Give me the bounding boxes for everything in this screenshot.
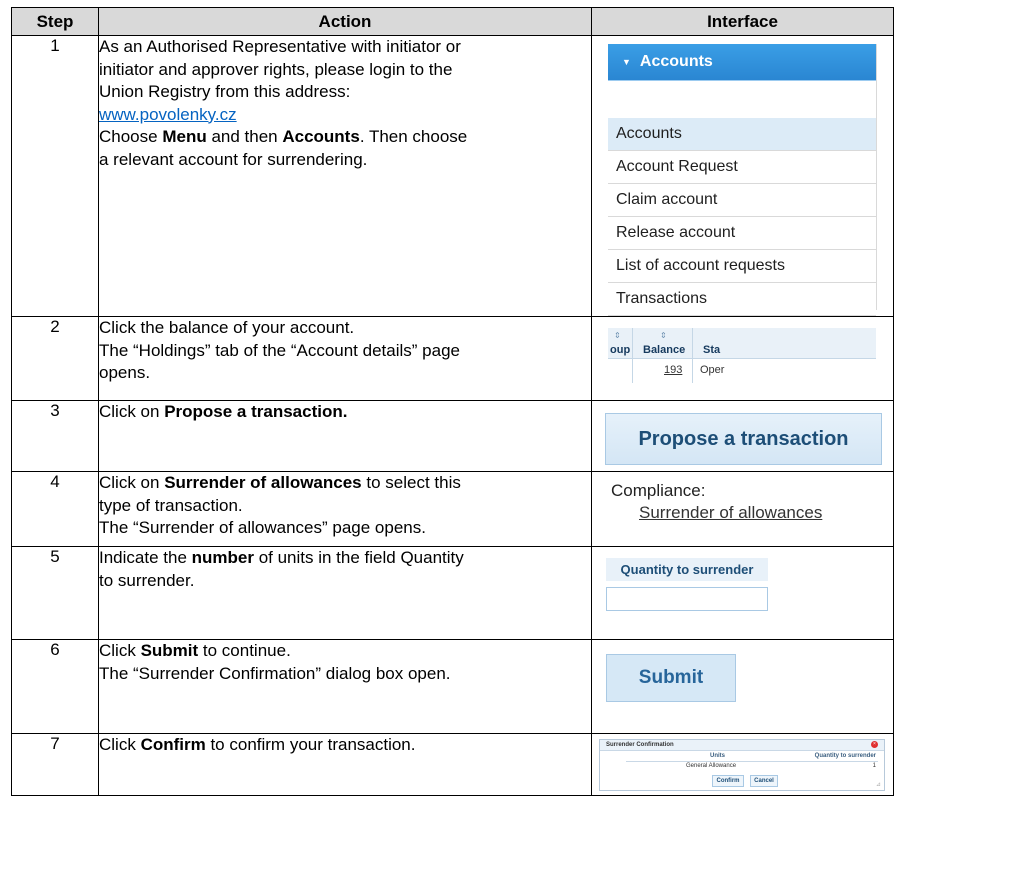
table-row: 3 Click on Propose a transaction. Propos… bbox=[11, 400, 894, 472]
action-line: Choose Menu and then Accounts. Then choo… bbox=[99, 127, 468, 146]
step-number: 6 bbox=[11, 639, 99, 734]
action-line: The “Holdings” tab of the “Account detai… bbox=[99, 340, 460, 360]
table-row: 5 Indicate the number of units in the fi… bbox=[11, 546, 894, 640]
row-units: General Allowance bbox=[686, 763, 737, 769]
action-line: Click on Surrender of allowances to sele… bbox=[99, 473, 461, 492]
menu-item-list-requests[interactable]: List of account requests bbox=[608, 250, 876, 283]
menu-item-accounts[interactable]: Accounts bbox=[608, 118, 876, 151]
action-line: Union Registry from this address: bbox=[99, 82, 351, 101]
action-line: Indicate the number of units in the fiel… bbox=[99, 548, 464, 567]
surrender-confirmation-dialog: Surrender Confirmation × Units Quantity … bbox=[599, 739, 885, 791]
header-interface: Interface bbox=[591, 7, 894, 36]
sort-icon[interactable]: ⇕ bbox=[614, 331, 621, 340]
action-line: initiator and approver rights, please lo… bbox=[99, 59, 453, 79]
dialog-table-row: General Allowance 1 bbox=[626, 763, 878, 771]
column-quantity: Quantity to surrender bbox=[814, 753, 876, 759]
interface-cell: ⇕ oup ⇕ Balance Sta 193 Oper bbox=[591, 316, 894, 401]
quantity-label: Quantity to surrender bbox=[606, 558, 768, 581]
action-line: type of transaction. bbox=[99, 495, 243, 515]
propose-transaction-button[interactable]: Propose a transaction bbox=[605, 413, 882, 465]
column-status: Sta bbox=[703, 344, 721, 356]
menu-item-transactions[interactable]: Transactions bbox=[608, 283, 876, 316]
registry-link[interactable]: www.povolenky.cz bbox=[99, 105, 237, 124]
resize-handle-icon[interactable]: ⊿ bbox=[876, 781, 881, 788]
action-line: a relevant account for surrendering. bbox=[99, 149, 368, 169]
interface-cell: Quantity to surrender bbox=[591, 546, 894, 640]
table-row: 6 Click Submit to continue. The “Surrend… bbox=[11, 639, 894, 734]
confirm-button[interactable]: Confirm bbox=[712, 775, 744, 787]
action-text: Indicate the number of units in the fiel… bbox=[98, 546, 592, 640]
table-row: 1 As an Authorised Representative with i… bbox=[11, 35, 894, 317]
cancel-button[interactable]: Cancel bbox=[750, 775, 778, 787]
surrender-allowances-link[interactable]: Surrender of allowances bbox=[639, 503, 822, 523]
action-text: Click on Propose a transaction. bbox=[98, 400, 592, 472]
column-balance[interactable]: Balance bbox=[643, 344, 685, 356]
sort-icon[interactable]: ⇕ bbox=[660, 331, 667, 340]
action-line: The “Surrender Confirmation” dialog box … bbox=[99, 663, 451, 683]
step-number: 4 bbox=[11, 471, 99, 547]
quantity-input[interactable] bbox=[606, 587, 768, 611]
interface-cell: ▼ Accounts Accounts Account Request Clai… bbox=[591, 35, 894, 317]
table-row: 4 Click on Surrender of allowances to se… bbox=[11, 471, 894, 547]
triangle-down-icon: ▼ bbox=[622, 57, 631, 67]
close-icon[interactable]: × bbox=[871, 741, 878, 748]
step-number: 1 bbox=[11, 35, 99, 317]
column-group: oup bbox=[610, 344, 631, 356]
column-units: Units bbox=[710, 753, 725, 759]
header-row: Step Action Interface bbox=[11, 7, 894, 36]
action-line: As an Authorised Representative with ini… bbox=[99, 37, 461, 56]
status-value: Oper bbox=[700, 364, 725, 376]
interface-cell: Submit bbox=[591, 639, 894, 734]
action-text: Click on Surrender of allowances to sele… bbox=[98, 471, 592, 547]
action-line: The “Surrender of allowances” page opens… bbox=[99, 518, 426, 537]
accounts-menu-title: Accounts bbox=[639, 53, 713, 70]
action-line: to surrender. bbox=[99, 570, 195, 590]
balance-value-link[interactable]: 193 bbox=[664, 364, 682, 376]
action-text: Click Submit to continue. The “Surrender… bbox=[98, 639, 592, 734]
action-line: opens. bbox=[99, 363, 151, 382]
action-text: As an Authorised Representative with ini… bbox=[98, 35, 592, 317]
header-step: Step bbox=[11, 7, 99, 36]
accounts-menu: ▼ Accounts Accounts Account Request Clai… bbox=[608, 44, 877, 316]
submit-button[interactable]: Submit bbox=[606, 654, 736, 702]
interface-cell: Propose a transaction bbox=[591, 400, 894, 472]
interface-cell: Compliance: Surrender of allowances bbox=[591, 471, 894, 547]
menu-item-release-account[interactable]: Release account bbox=[608, 217, 876, 250]
action-line: Click Confirm to confirm your transactio… bbox=[99, 735, 416, 754]
action-line: Click the balance of your account. bbox=[99, 318, 355, 337]
instructions-table: Step Action Interface 1 As an Authorised… bbox=[11, 7, 894, 796]
row-quantity: 1 bbox=[872, 763, 876, 769]
menu-item-account-request[interactable]: Account Request bbox=[608, 151, 876, 184]
dialog-title: Surrender Confirmation bbox=[606, 742, 674, 748]
action-line: Click on Propose a transaction. bbox=[99, 402, 348, 421]
step-number: 2 bbox=[11, 316, 99, 401]
compliance-label: Compliance: bbox=[611, 481, 706, 500]
accounts-menu-header[interactable]: ▼ Accounts bbox=[608, 44, 876, 81]
step-number: 7 bbox=[11, 733, 99, 796]
dialog-table-header: Units Quantity to surrender bbox=[626, 753, 878, 762]
header-action: Action bbox=[98, 7, 592, 36]
action-line: Click Submit to continue. bbox=[99, 641, 291, 660]
menu-item-claim-account[interactable]: Claim account bbox=[608, 184, 876, 217]
interface-cell: Surrender Confirmation × Units Quantity … bbox=[591, 733, 894, 796]
step-number: 5 bbox=[11, 546, 99, 640]
registry-link-line: www.povolenky.cz bbox=[99, 104, 591, 127]
action-text: Click Confirm to confirm your transactio… bbox=[98, 733, 592, 796]
step-number: 3 bbox=[11, 400, 99, 472]
table-row: 2 Click the balance of your account. The… bbox=[11, 316, 894, 401]
dialog-title-bar: Surrender Confirmation × bbox=[600, 740, 884, 751]
table-row: 7 Click Confirm to confirm your transact… bbox=[11, 733, 894, 796]
balance-table: ⇕ oup ⇕ Balance Sta 193 Oper bbox=[608, 328, 876, 383]
action-text: Click the balance of your account. The “… bbox=[98, 316, 592, 401]
